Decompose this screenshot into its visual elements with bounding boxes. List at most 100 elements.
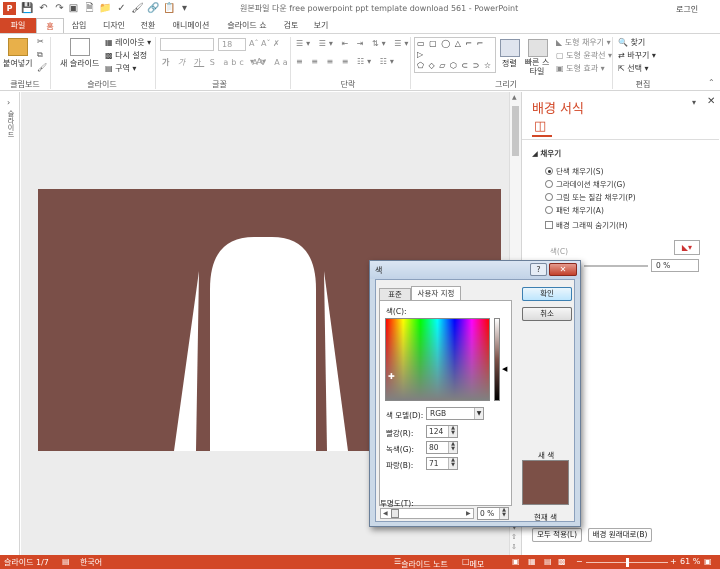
tab-home[interactable]: 홈 — [36, 18, 64, 33]
slideshow-view-icon[interactable]: ▩ — [558, 557, 566, 566]
arrange-icon[interactable] — [500, 39, 520, 57]
tab-custom[interactable]: 사용자 지정 — [411, 286, 461, 301]
color-model-select[interactable]: RGB ▼ — [426, 407, 484, 420]
quick-styles-icon[interactable] — [528, 39, 548, 57]
paste-icon[interactable]: 📋 — [163, 2, 176, 15]
color-spectrum[interactable]: ✚ — [385, 318, 490, 401]
paste-big-icon[interactable] — [8, 38, 28, 56]
tab-view[interactable]: 보기 — [308, 18, 334, 33]
arrange-button[interactable]: 정렬 — [502, 58, 517, 69]
save-icon[interactable]: 💾 — [21, 2, 34, 15]
ok-button[interactable]: 확인 — [522, 287, 572, 301]
quick-styles-button[interactable]: 빠른 스타일 — [522, 58, 552, 76]
zoom-level[interactable]: 61 % — [680, 557, 700, 566]
transparency-slider[interactable] — [584, 265, 648, 267]
language-indicator[interactable]: 한국어 — [80, 557, 102, 568]
tab-insert[interactable]: 삽입 — [64, 18, 94, 33]
solid-fill-radio[interactable] — [545, 167, 553, 175]
green-spinner[interactable]: 80 ▲ ▼ — [426, 441, 458, 454]
brush-icon[interactable]: 🖌 — [37, 63, 47, 72]
paste-button[interactable]: 붙여넣기 — [3, 58, 32, 69]
reset-background-button[interactable]: 배경 원래대로(B) — [588, 528, 652, 542]
open-file-icon[interactable]: 📁 — [99, 2, 112, 15]
picture-fill-radio[interactable] — [545, 193, 553, 201]
thumbnail-panel-collapsed[interactable]: › 슬라이드 — [0, 92, 20, 555]
next-slide-icon[interactable]: ⇩ — [511, 543, 517, 551]
collapse-ribbon-icon[interactable]: ⌃ — [708, 78, 715, 87]
dropdown-arrow-icon[interactable]: ▼ — [474, 408, 483, 419]
font-name-field[interactable] — [160, 38, 214, 51]
section-button[interactable]: ▤ 구역 ▾ — [105, 63, 136, 74]
new-slide-button[interactable]: 새 슬라이드 — [60, 58, 99, 69]
shapes-gallery[interactable]: ▭ ▢ ◯ △ ⌐ ⌐ ▷⬠ ◇ ▱ ⬡ ⊂ ⊃ ☆⇨ ⇧ ▷ ↺ { } ★ — [414, 37, 496, 73]
reset-button[interactable]: ▩ 다시 설정 — [105, 50, 147, 61]
tab-file[interactable]: 파일 — [0, 18, 36, 33]
layout-button[interactable]: ▦ 레이아웃 ▾ — [105, 37, 151, 48]
comments-button[interactable]: □ 메모 — [462, 557, 484, 569]
spellcheck-icon[interactable]: ▤ — [62, 557, 70, 566]
shape-fill-button[interactable]: ◣ 도형 채우기 ▾ — [556, 37, 611, 48]
reading-view-icon[interactable]: ▤ — [544, 557, 552, 566]
spelling-icon[interactable]: ✓ — [115, 2, 128, 15]
slider-thumb[interactable] — [391, 509, 399, 518]
help-icon[interactable]: ? — [530, 263, 547, 276]
link-icon[interactable]: 🔗 — [147, 2, 160, 15]
expand-panel-icon[interactable]: › — [7, 98, 10, 107]
new-file-icon[interactable]: 🗎 — [83, 2, 96, 15]
customize-qat-icon[interactable]: ▾ — [178, 2, 191, 15]
hide-graphics-checkbox[interactable] — [545, 221, 553, 229]
list-buttons-icon[interactable]: ☰▾ ☰▾ ⇤ ⇥ ⇅▾ ☰▾ — [296, 39, 411, 48]
red-spinner[interactable]: 124 ▲ ▼ — [426, 425, 458, 438]
fit-slide-icon[interactable]: ▣ — [704, 557, 712, 566]
cut-icon[interactable]: ✂ — [37, 37, 44, 46]
fill-bucket-icon[interactable]: ◫ — [534, 119, 546, 134]
gradient-fill-label[interactable]: 그라데이션 채우기(G) — [556, 179, 625, 190]
spinner-arrows-icon[interactable]: ▲ ▼ — [448, 458, 457, 469]
right-wedge-shape[interactable] — [324, 271, 348, 451]
font-color-icon[interactable]: ▾ A▾ — [250, 57, 266, 66]
slider-right-icon[interactable]: ▶ — [466, 510, 471, 517]
new-slide-icon[interactable] — [70, 38, 90, 56]
solid-fill-label[interactable]: 단색 채우기(S) — [556, 166, 604, 177]
dialog-close-icon[interactable]: ✕ — [549, 263, 577, 276]
notes-button[interactable]: ☰ 슬라이드 노트 — [394, 557, 448, 569]
select-button[interactable]: ⇱ 선택 ▾ — [618, 63, 649, 74]
color-picker-button[interactable]: ◣▾ — [674, 240, 700, 255]
zoom-in-icon[interactable]: + — [670, 557, 677, 566]
font-size-field[interactable]: 18 — [218, 38, 246, 51]
spinner-arrows-icon[interactable]: ▲ ▼ — [448, 426, 457, 437]
arch-shape[interactable] — [210, 237, 316, 451]
undo-icon[interactable]: ↶ — [37, 2, 50, 15]
scroll-thumb[interactable] — [512, 106, 519, 156]
shape-outline-button[interactable]: ▢ 도형 윤곽선 ▾ — [556, 50, 612, 61]
font-style-buttons[interactable]: 가 가 가 S abc AV Aa — [162, 57, 291, 68]
pane-options-icon[interactable]: ▾ — [692, 98, 696, 107]
slider-left-icon[interactable]: ◀ — [383, 510, 388, 517]
transparency-field[interactable]: 0 % — [651, 259, 699, 272]
shape-effects-button[interactable]: ▣ 도형 효과 ▾ — [556, 63, 605, 74]
hide-graphics-label[interactable]: 배경 그래픽 숨기기(H) — [556, 220, 627, 231]
align-buttons-icon[interactable]: ≡ ≡ ≡ ≡ ☷▾ ☷▾ — [296, 57, 397, 66]
luminance-slider[interactable] — [494, 318, 500, 401]
fill-section-header[interactable]: ◢ 채우기 — [532, 148, 561, 159]
tab-slideshow[interactable]: 슬라이드 쇼 — [222, 18, 272, 33]
present-icon[interactable]: ▣ — [67, 2, 80, 15]
cancel-button[interactable]: 취소 — [522, 307, 572, 321]
login-link[interactable]: 로그인 — [676, 4, 698, 15]
gradient-fill-radio[interactable] — [545, 180, 553, 188]
tab-animations[interactable]: 애니메이션 — [166, 18, 216, 33]
apply-to-all-button[interactable]: 모두 적용(L) — [532, 528, 582, 542]
zoom-out-icon[interactable]: − — [576, 557, 583, 566]
spinner-arrows-icon[interactable]: ▲ ▼ — [448, 442, 457, 453]
redo-icon[interactable]: ↷ — [53, 2, 66, 15]
left-wedge-shape[interactable] — [174, 271, 199, 451]
tab-review[interactable]: 검토 — [278, 18, 304, 33]
find-button[interactable]: 🔍 찾기 — [618, 37, 645, 48]
spinner-arrows-icon[interactable]: ▲ ▼ — [499, 508, 508, 519]
normal-view-icon[interactable]: ▣ — [512, 557, 520, 566]
replace-button[interactable]: ⇄ 바꾸기 ▾ — [618, 50, 656, 61]
dialog-transparency-field[interactable]: 0 % ▲ ▼ — [477, 507, 509, 520]
pattern-fill-label[interactable]: 패턴 채우기(A) — [556, 205, 604, 216]
format-painter-icon[interactable]: 🖌 — [131, 2, 144, 15]
picture-fill-label[interactable]: 그림 또는 질감 채우기(P) — [556, 192, 636, 203]
